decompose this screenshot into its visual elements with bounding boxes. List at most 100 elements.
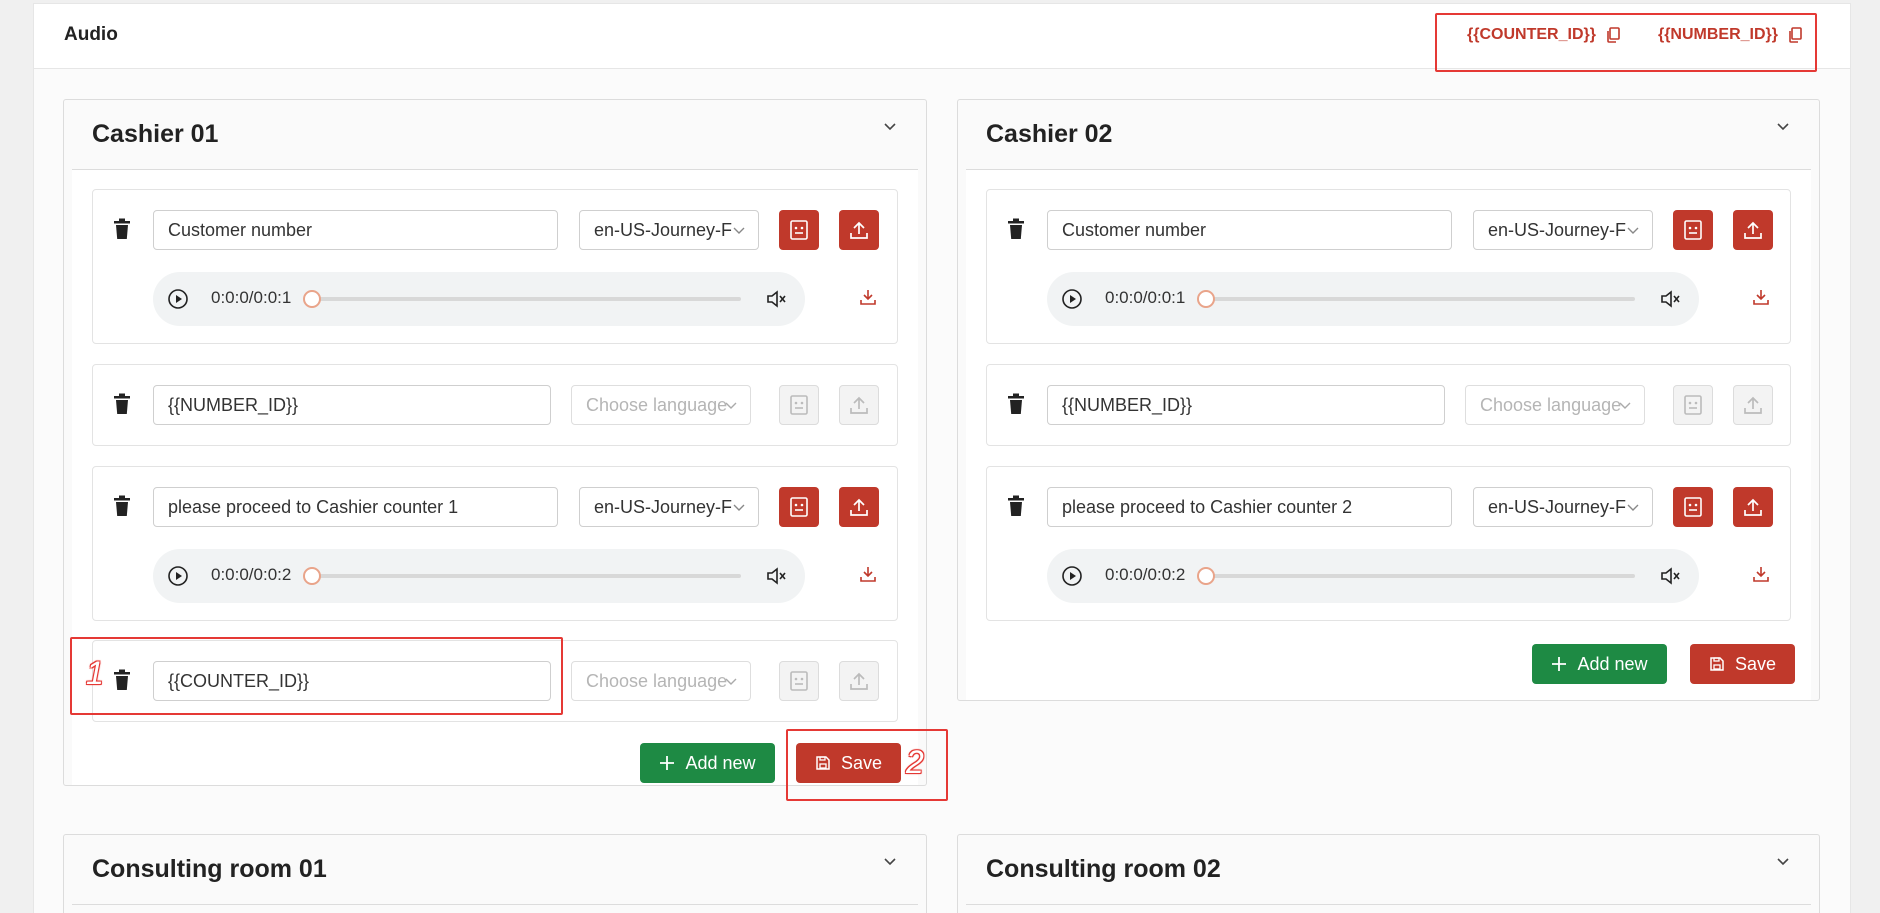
upload-icon — [850, 221, 868, 239]
variable-counter-id[interactable]: {{COUNTER_ID}} — [1467, 26, 1620, 44]
upload-button[interactable] — [1733, 385, 1773, 425]
upload-button[interactable] — [1733, 210, 1773, 250]
trash-icon[interactable] — [113, 218, 131, 240]
audio-text-input[interactable] — [1047, 210, 1452, 250]
upload-button[interactable] — [839, 487, 879, 527]
language-placeholder: Choose language — [586, 395, 728, 415]
audio-row: en-US-Journey-F 0:0:0/0:0:2 — [986, 466, 1791, 621]
save-icon — [1710, 657, 1724, 671]
card-body: en-US-Journey-F 0:0:0/0:0:1 — [966, 170, 1811, 700]
card-header[interactable]: Cashier 02 — [958, 100, 1819, 170]
play-icon[interactable] — [167, 288, 189, 310]
chevron-down-icon[interactable] — [882, 853, 898, 869]
card-consulting-room-02: Consulting room 02 — [957, 834, 1820, 913]
trash-icon[interactable] — [113, 669, 131, 691]
trash-icon[interactable] — [113, 393, 131, 415]
card-header[interactable]: Consulting room 01 — [64, 835, 926, 905]
copy-icon[interactable] — [1788, 27, 1802, 43]
play-icon[interactable] — [1061, 565, 1083, 587]
download-icon[interactable] — [859, 565, 877, 583]
play-icon[interactable] — [167, 565, 189, 587]
card-title: Consulting room 01 — [92, 855, 327, 883]
audio-row: Choose language — [92, 640, 898, 722]
generate-voice-button[interactable] — [779, 661, 819, 701]
audio-text-input[interactable] — [1047, 487, 1452, 527]
generate-voice-button[interactable] — [779, 210, 819, 250]
upload-button[interactable] — [839, 385, 879, 425]
trash-icon[interactable] — [1007, 393, 1025, 415]
audio-time: 0:0:0/0:0:1 — [1105, 288, 1186, 307]
progress-handle[interactable] — [1197, 567, 1215, 585]
add-new-label: Add new — [685, 752, 756, 773]
language-select[interactable]: Choose language — [1465, 385, 1645, 425]
progress-track[interactable] — [1202, 297, 1635, 301]
language-select[interactable]: en-US-Journey-F — [1473, 210, 1653, 250]
generate-voice-button[interactable] — [779, 487, 819, 527]
generate-voice-button[interactable] — [1673, 487, 1713, 527]
save-button[interactable]: Save — [1690, 644, 1795, 684]
card-header[interactable]: Consulting room 02 — [958, 835, 1819, 905]
volume-icon[interactable] — [765, 288, 789, 310]
language-select[interactable]: Choose language — [571, 661, 751, 701]
trash-icon[interactable] — [113, 495, 131, 517]
save-label: Save — [840, 752, 883, 773]
audio-player: 0:0:0/0:0:1 — [1047, 272, 1699, 326]
copy-icon[interactable] — [1606, 27, 1620, 43]
audio-row: Choose language — [986, 364, 1791, 446]
audio-text-input[interactable] — [1047, 385, 1445, 425]
upload-icon — [1744, 396, 1762, 414]
generate-voice-button[interactable] — [1673, 385, 1713, 425]
add-new-label: Add new — [1577, 653, 1648, 674]
upload-button[interactable] — [1733, 487, 1773, 527]
card-header[interactable]: Cashier 01 — [64, 100, 926, 170]
save-label: Save — [1734, 653, 1777, 674]
upload-button[interactable] — [839, 661, 879, 701]
progress-track[interactable] — [308, 574, 741, 578]
add-new-button[interactable]: Add new — [640, 743, 775, 783]
generate-voice-button[interactable] — [1673, 210, 1713, 250]
volume-icon[interactable] — [1659, 565, 1683, 587]
audio-text-input[interactable] — [153, 210, 558, 250]
language-select[interactable]: en-US-Journey-F — [579, 487, 759, 527]
download-icon[interactable] — [1752, 288, 1770, 306]
trash-icon[interactable] — [1007, 218, 1025, 240]
chevron-down-icon[interactable] — [1775, 118, 1791, 134]
card-cashier-01: Cashier 01 en-US-Journey-F — [63, 99, 927, 786]
progress-handle[interactable] — [303, 290, 321, 308]
language-select[interactable]: Choose language — [571, 385, 751, 425]
progress-handle[interactable] — [303, 567, 321, 585]
progress-track[interactable] — [308, 297, 741, 301]
language-select[interactable]: en-US-Journey-F — [1473, 487, 1653, 527]
save-icon — [816, 756, 830, 770]
chevron-down-icon[interactable] — [1775, 853, 1791, 869]
download-icon[interactable] — [1752, 565, 1770, 583]
chevron-down-icon — [725, 678, 737, 685]
card-cashier-02: Cashier 02 en-US-Journey-F — [957, 99, 1820, 701]
chevron-down-icon — [725, 402, 737, 409]
generate-voice-button[interactable] — [779, 385, 819, 425]
volume-icon[interactable] — [765, 565, 789, 587]
audio-header: Audio {{COUNTER_ID}} {{NUMBER_ID}} — [34, 4, 1850, 69]
download-icon[interactable] — [859, 288, 877, 306]
chevron-down-icon[interactable] — [882, 118, 898, 134]
chevron-down-icon — [1627, 227, 1639, 234]
trash-icon[interactable] — [1007, 495, 1025, 517]
annotation-number-1: 1 — [86, 655, 104, 691]
volume-icon[interactable] — [1659, 288, 1683, 310]
progress-handle[interactable] — [1197, 290, 1215, 308]
audio-time: 0:0:0/0:0:2 — [211, 565, 292, 584]
progress-track[interactable] — [1202, 574, 1635, 578]
audio-text-input[interactable] — [153, 661, 551, 701]
add-new-button[interactable]: Add new — [1532, 644, 1667, 684]
play-icon[interactable] — [1061, 288, 1083, 310]
language-select[interactable]: en-US-Journey-F — [579, 210, 759, 250]
save-button[interactable]: Save — [796, 743, 901, 783]
audio-text-input[interactable] — [153, 385, 551, 425]
variable-number-id[interactable]: {{NUMBER_ID}} — [1658, 26, 1802, 44]
variable-label: {{NUMBER_ID}} — [1657, 26, 1778, 43]
language-placeholder: Choose language — [1480, 395, 1622, 415]
divider — [72, 904, 918, 905]
upload-button[interactable] — [839, 210, 879, 250]
robot-icon — [1684, 395, 1702, 415]
audio-text-input[interactable] — [153, 487, 558, 527]
